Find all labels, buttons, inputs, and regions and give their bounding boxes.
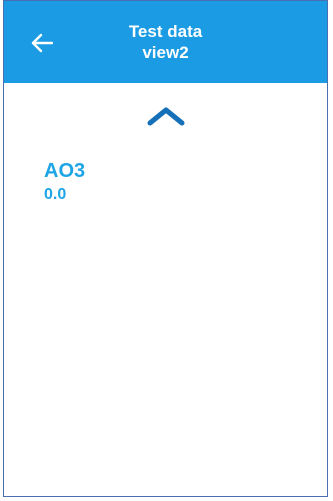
item-label: AO3 <box>44 160 86 182</box>
page-title-line2: view2 <box>142 43 189 62</box>
header-bar: Test data view2 <box>4 1 327 83</box>
page-title-line1: Test data <box>128 22 203 41</box>
scroll-up-button[interactable] <box>141 101 191 131</box>
page-title: Test data view2 <box>64 21 267 63</box>
device-screen: Test data view2 AO3 0.0 <box>3 0 328 497</box>
list-item[interactable]: AO3 0.0 <box>44 159 85 205</box>
chevron-up-icon <box>147 107 184 126</box>
item-value: 0.0 <box>44 186 67 203</box>
arrow-left-icon <box>31 33 53 53</box>
back-button[interactable] <box>22 23 62 63</box>
